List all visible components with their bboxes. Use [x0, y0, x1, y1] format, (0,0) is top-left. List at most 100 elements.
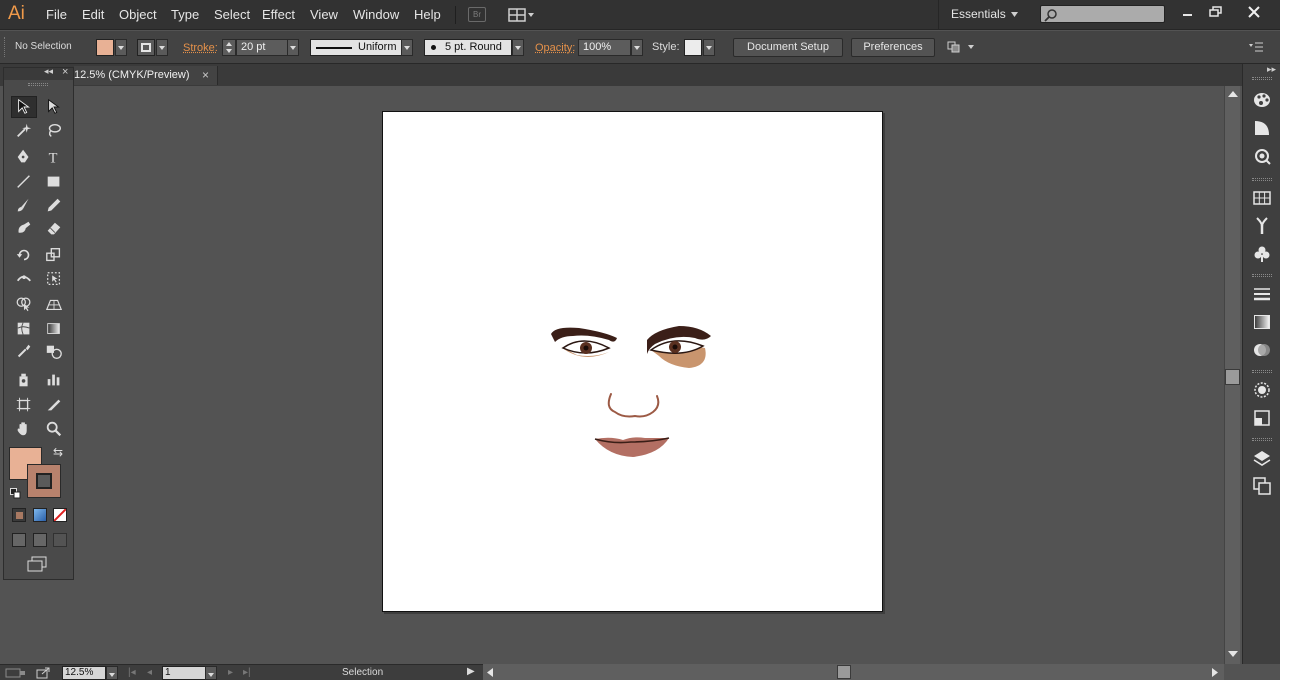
direct-selection-tool[interactable]	[41, 96, 67, 118]
rectangle-tool[interactable]	[41, 171, 67, 193]
close-button[interactable]	[1234, 2, 1274, 22]
draw-behind-button[interactable]	[33, 533, 47, 547]
type-tool[interactable]: T	[41, 146, 67, 168]
zoom-tool[interactable]	[41, 418, 67, 440]
menu-help[interactable]: Help	[414, 7, 441, 22]
opacity-input[interactable]: 100%	[578, 39, 631, 56]
vertical-scroll-thumb[interactable]	[1225, 369, 1240, 385]
swap-fill-stroke-icon[interactable]: ⇆	[53, 445, 63, 459]
slice-tool[interactable]	[41, 394, 67, 416]
color-panel-button[interactable]	[1252, 90, 1272, 110]
menu-effect[interactable]: Effect	[262, 7, 295, 22]
scroll-left-icon[interactable]	[486, 668, 494, 678]
workspace-switcher[interactable]: Essentials	[938, 0, 1028, 30]
dock-grip[interactable]	[1252, 77, 1272, 80]
horizontal-scroll-thumb[interactable]	[837, 665, 851, 679]
scroll-down-icon[interactable]	[1228, 650, 1238, 658]
line-segment-tool[interactable]	[11, 171, 37, 193]
scroll-up-icon[interactable]	[1228, 90, 1238, 98]
collapse-icon[interactable]: ◂◂	[44, 66, 53, 77]
gradient-mode-button[interactable]	[33, 508, 47, 522]
width-tool[interactable]	[11, 268, 37, 290]
gradient-tool[interactable]	[41, 318, 67, 340]
dock-grip[interactable]	[1252, 438, 1272, 441]
document-setup-button[interactable]: Document Setup	[733, 38, 843, 57]
stroke-color-box[interactable]	[27, 464, 61, 498]
menu-type[interactable]: Type	[171, 7, 199, 22]
eyedropper-tool[interactable]	[11, 341, 37, 363]
brush-dropdown[interactable]	[512, 39, 524, 56]
graphic-style-swatch[interactable]	[684, 39, 702, 56]
paintbrush-tool[interactable]	[11, 195, 37, 217]
graphic-styles-panel-button[interactable]	[1252, 408, 1272, 428]
menu-edit[interactable]: Edit	[82, 7, 104, 22]
scale-tool[interactable]	[41, 244, 67, 266]
close-icon[interactable]: ×	[62, 66, 68, 78]
stroke-weight-input[interactable]: 20 pt	[236, 39, 288, 56]
blob-brush-tool[interactable]	[11, 218, 37, 240]
none-mode-button[interactable]	[53, 508, 67, 522]
dock-grip[interactable]	[1252, 370, 1272, 373]
previous-artboard-icon[interactable]: ◂	[147, 667, 152, 678]
preferences-button[interactable]: Preferences	[851, 38, 935, 57]
brush-definition[interactable]: 5 pt. Round	[424, 39, 512, 56]
symbols-panel-button[interactable]	[1252, 244, 1272, 264]
share-button[interactable]	[36, 666, 52, 679]
horizontal-scrollbar[interactable]	[483, 664, 1224, 680]
pen-tool[interactable]	[11, 146, 37, 168]
tools-grip[interactable]	[28, 83, 48, 86]
layers-panel-button[interactable]	[1252, 448, 1272, 468]
selection-tool[interactable]	[11, 96, 37, 118]
artboard-number-input[interactable]: 1	[162, 666, 206, 680]
color-guide-panel-button[interactable]	[1252, 118, 1272, 138]
default-fill-stroke-button[interactable]	[10, 488, 21, 499]
zoom-input[interactable]: 12.5%	[62, 666, 106, 680]
status-menu-icon[interactable]: ▶	[467, 666, 475, 677]
bridge-button[interactable]: Br	[468, 7, 486, 22]
mesh-tool[interactable]	[11, 318, 37, 340]
opacity-label[interactable]: Opacity:	[535, 42, 575, 54]
symbol-sprayer-tool[interactable]	[11, 369, 37, 391]
stroke-weight-dropdown[interactable]	[287, 39, 299, 56]
first-artboard-icon[interactable]: |◂	[128, 667, 136, 678]
dock-grip[interactable]	[1252, 274, 1272, 277]
perspective-grid-tool[interactable]	[41, 293, 67, 315]
hand-tool[interactable]	[11, 418, 37, 440]
arrange-objects-button[interactable]	[946, 39, 976, 56]
opacity-dropdown[interactable]	[631, 39, 643, 56]
close-icon[interactable]: ×	[202, 68, 209, 82]
search-input[interactable]	[1040, 5, 1165, 23]
stroke-panel-button[interactable]	[1252, 284, 1272, 304]
color-mode-button[interactable]	[12, 508, 26, 522]
artboard[interactable]	[382, 111, 883, 612]
fill-dropdown[interactable]	[115, 39, 127, 56]
appearance-panel-button[interactable]	[1252, 380, 1272, 400]
shape-builder-tool[interactable]	[11, 293, 37, 315]
profile-dropdown[interactable]	[401, 39, 413, 56]
variable-width-profile[interactable]: Uniform	[310, 39, 402, 56]
menu-view[interactable]: View	[310, 7, 338, 22]
artboard-dropdown[interactable]	[205, 666, 217, 680]
gradient-panel-button[interactable]	[1252, 312, 1272, 332]
zoom-dropdown[interactable]	[106, 666, 118, 680]
eraser-tool[interactable]	[41, 218, 67, 240]
artboard-tool[interactable]	[11, 394, 37, 416]
swatches-panel-button[interactable]	[1252, 188, 1272, 208]
style-dropdown[interactable]	[703, 39, 715, 56]
stroke-dropdown[interactable]	[156, 39, 168, 56]
next-artboard-icon[interactable]: ▸	[228, 667, 233, 678]
menu-file[interactable]: File	[46, 7, 67, 22]
rotate-tool[interactable]	[11, 244, 37, 266]
magic-wand-tool[interactable]	[11, 120, 37, 142]
column-graph-tool[interactable]	[41, 369, 67, 391]
vertical-scrollbar[interactable]	[1224, 86, 1240, 664]
fill-swatch[interactable]	[96, 39, 114, 56]
dock-grip[interactable]	[1252, 178, 1272, 181]
kuler-panel-button[interactable]	[1252, 146, 1272, 166]
arrange-documents-button[interactable]	[508, 7, 536, 23]
last-artboard-icon[interactable]: ▸|	[243, 667, 251, 678]
stroke-swatch[interactable]	[137, 39, 155, 56]
draw-inside-button[interactable]	[53, 533, 67, 547]
minimize-button[interactable]	[1173, 2, 1203, 22]
draw-normal-button[interactable]	[12, 533, 26, 547]
